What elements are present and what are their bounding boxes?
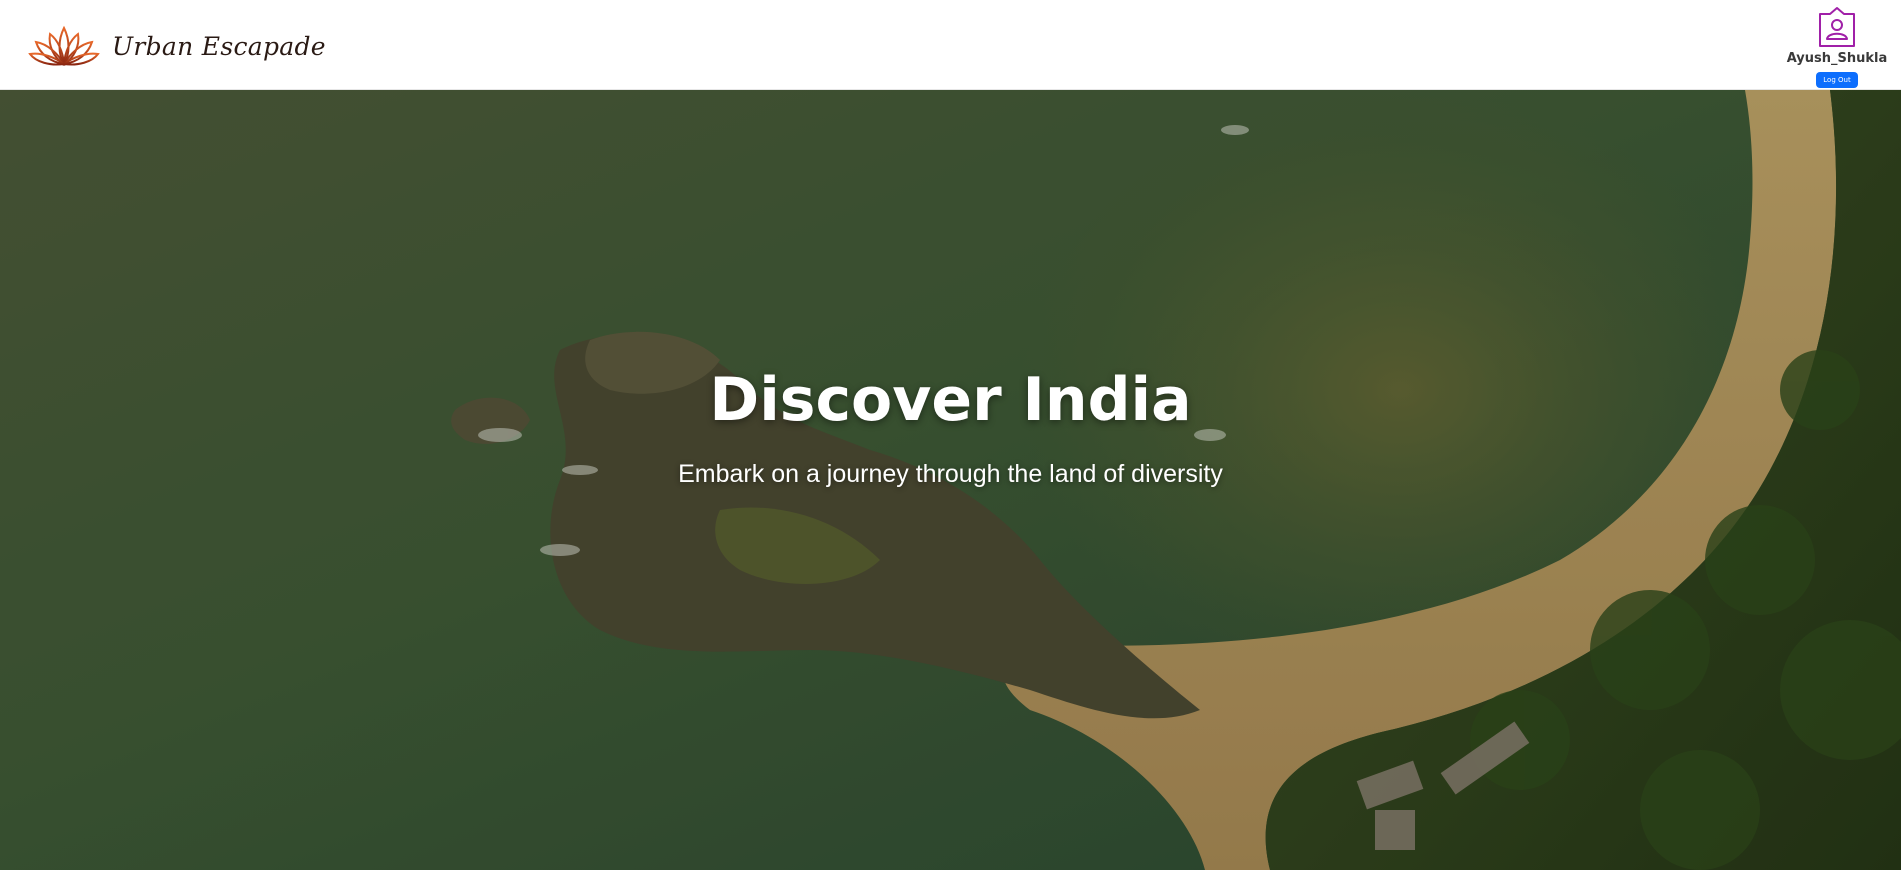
navbar: Urban Escapade Ayush_Shukla Log Out xyxy=(0,0,1901,90)
user-menu: Ayush_Shukla Log Out xyxy=(1783,6,1891,88)
hero-title: Discover India xyxy=(709,365,1192,435)
hero-section: Discover India Embark on a journey throu… xyxy=(0,90,1901,870)
brand-link[interactable]: Urban Escapade xyxy=(28,24,326,68)
lotus-icon xyxy=(28,25,100,66)
user-badge-icon[interactable] xyxy=(1816,6,1858,48)
username-label: Ayush_Shukla xyxy=(1786,51,1888,66)
hero-subtitle: Embark on a journey through the land of … xyxy=(678,460,1223,488)
hero-content: Discover India Embark on a journey throu… xyxy=(0,90,1901,870)
brand-name: Urban Escapade xyxy=(112,31,326,61)
logout-button[interactable]: Log Out xyxy=(1816,72,1858,88)
